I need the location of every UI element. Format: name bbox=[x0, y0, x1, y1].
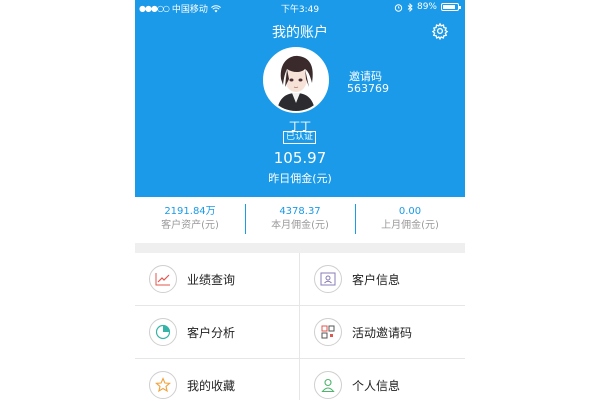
yesterday-commission-label: 昨日佣金(元) bbox=[268, 172, 332, 185]
stat-label: 客户资产(元) bbox=[161, 220, 219, 231]
menu-grid: 业绩查询 客户信息 客户分析 活动邀请码 我的收藏 个人信息 bbox=[135, 253, 465, 400]
alarm-icon bbox=[394, 3, 403, 12]
status-bar: ●●●○○ 中国移动 下午3:49 89% bbox=[135, 0, 465, 16]
gear-icon[interactable] bbox=[431, 22, 449, 40]
person-icon bbox=[314, 371, 342, 399]
stats-row: 2191.84万 客户资产(元) 4378.37 本月佣金(元) 0.00 上月… bbox=[135, 197, 465, 243]
stat-value: 2191.84万 bbox=[164, 206, 216, 217]
battery-percent: 89% bbox=[416, 2, 437, 12]
verified-badge: 已认证 bbox=[283, 131, 317, 144]
menu-label: 我的收藏 bbox=[187, 378, 236, 393]
invite-code-value: 563769 bbox=[347, 82, 389, 95]
menu-item-event-invite-code[interactable]: 活动邀请码 bbox=[300, 306, 465, 359]
pie-chart-icon bbox=[149, 318, 177, 346]
star-icon bbox=[149, 371, 177, 399]
menu-label: 个人信息 bbox=[352, 378, 401, 393]
menu-item-customer-analysis[interactable]: 客户分析 bbox=[135, 306, 300, 359]
yesterday-commission-value: 105.97 bbox=[273, 149, 327, 167]
menu-label: 活动邀请码 bbox=[352, 325, 413, 340]
id-card-icon bbox=[314, 265, 342, 293]
avatar[interactable] bbox=[263, 47, 329, 113]
menu-label: 业绩查询 bbox=[187, 272, 236, 287]
avatar-illustration bbox=[265, 49, 327, 111]
menu-item-performance[interactable]: 业绩查询 bbox=[135, 253, 300, 306]
menu-item-favorites[interactable]: 我的收藏 bbox=[135, 359, 300, 400]
status-right: 89% bbox=[394, 2, 461, 12]
bluetooth-icon bbox=[407, 2, 413, 12]
menu-label: 客户信息 bbox=[352, 272, 401, 287]
menu-item-personal-info[interactable]: 个人信息 bbox=[300, 359, 465, 400]
battery-icon bbox=[441, 3, 461, 11]
stat-label: 本月佣金(元) bbox=[271, 220, 329, 231]
stat-last-month-commission[interactable]: 0.00 上月佣金(元) bbox=[355, 197, 465, 243]
menu-item-customer-info[interactable]: 客户信息 bbox=[300, 253, 465, 306]
trend-chart-icon bbox=[149, 265, 177, 293]
stat-value: 4378.37 bbox=[279, 206, 321, 217]
phone-screen: ●●●○○ 中国移动 下午3:49 89% 我的账户 邀请码 563769 丁丁… bbox=[135, 0, 465, 400]
menu-label: 客户分析 bbox=[187, 325, 236, 340]
qr-code-icon bbox=[314, 318, 342, 346]
stat-month-commission[interactable]: 4378.37 本月佣金(元) bbox=[245, 197, 355, 243]
section-divider bbox=[135, 243, 465, 253]
page-title: 我的账户 bbox=[272, 25, 328, 41]
stat-label: 上月佣金(元) bbox=[381, 220, 439, 231]
stat-customer-assets[interactable]: 2191.84万 客户资产(元) bbox=[135, 197, 245, 243]
account-header: ●●●○○ 中国移动 下午3:49 89% 我的账户 邀请码 563769 丁丁… bbox=[135, 0, 465, 197]
stat-value: 0.00 bbox=[398, 206, 422, 217]
